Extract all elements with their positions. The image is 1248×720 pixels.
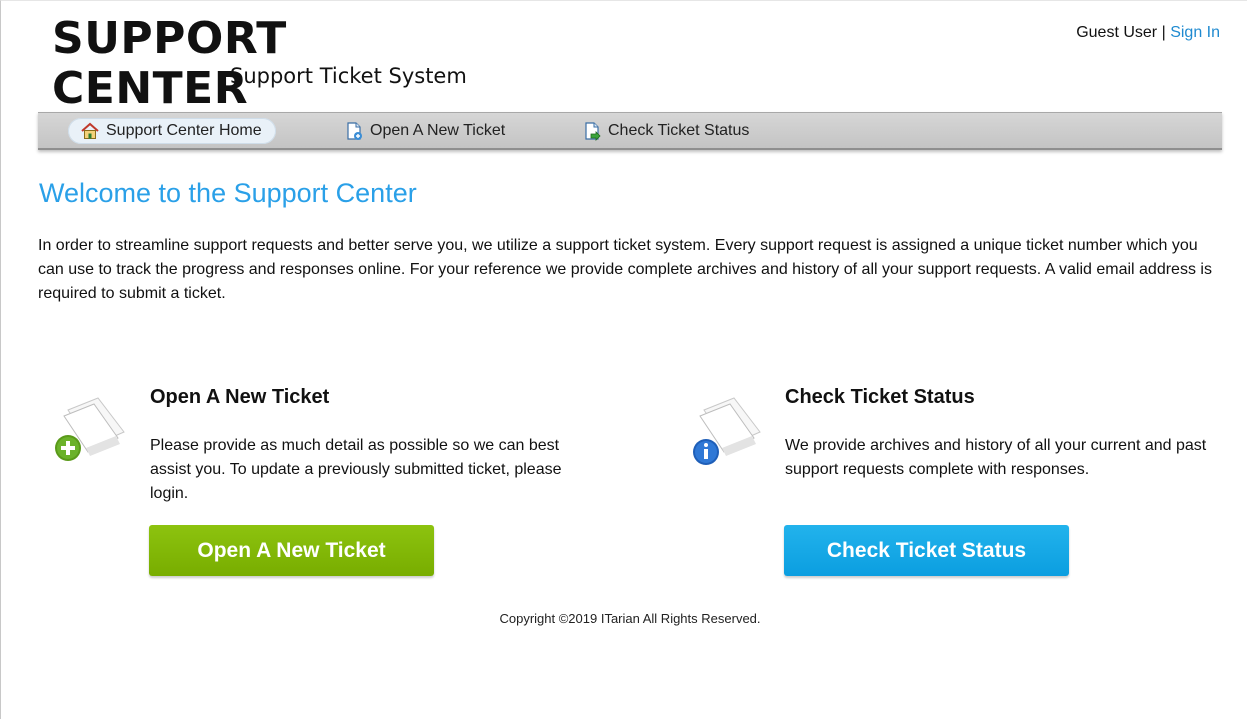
nav-item-open-new-ticket[interactable]: Open A New Ticket xyxy=(344,118,505,144)
nav-item-label: Check Ticket Status xyxy=(608,122,750,139)
nav-item-label: Support Center Home xyxy=(106,122,262,139)
sign-in-link[interactable]: Sign In xyxy=(1170,24,1220,41)
check-status-description: We provide archives and history of all y… xyxy=(785,437,1207,478)
main-nav: Support Center Home Open A New Ticket Ch… xyxy=(38,112,1222,150)
open-new-ticket-button[interactable]: Open A New Ticket xyxy=(149,525,434,576)
check-status-section: Check Ticket Status We provide archives … xyxy=(682,384,1222,584)
home-icon xyxy=(80,121,100,141)
nav-item-check-ticket-status[interactable]: Check Ticket Status xyxy=(582,118,749,144)
new-ticket-icon xyxy=(344,121,364,141)
open-ticket-section: Open A New Ticket Please provide as much… xyxy=(46,384,606,584)
new-ticket-document-icon xyxy=(46,392,130,476)
guest-user-label: Guest User xyxy=(1076,24,1158,41)
intro-text: In order to streamline support requests … xyxy=(38,237,1212,302)
logo[interactable]: SUPPORT CENTER Support Ticket System xyxy=(52,14,492,114)
page-title: Welcome to the Support Center xyxy=(39,178,417,208)
nav-item-support-center-home[interactable]: Support Center Home xyxy=(68,118,276,144)
ticket-status-document-icon xyxy=(682,392,766,476)
account-separator: | xyxy=(1161,24,1166,41)
logo-subtitle: Support Ticket System xyxy=(230,64,467,88)
ticket-status-icon xyxy=(582,121,602,141)
account-links: Guest User | Sign In xyxy=(1076,24,1220,42)
nav-item-label: Open A New Ticket xyxy=(370,122,506,139)
copyright-footer: Copyright ©2019 ITarian All Rights Reser… xyxy=(499,611,761,626)
open-ticket-title: Open A New Ticket xyxy=(150,386,330,408)
check-status-title: Check Ticket Status xyxy=(785,386,975,408)
check-ticket-status-button[interactable]: Check Ticket Status xyxy=(784,525,1069,576)
open-ticket-description: Please provide as much detail as possibl… xyxy=(150,437,562,502)
